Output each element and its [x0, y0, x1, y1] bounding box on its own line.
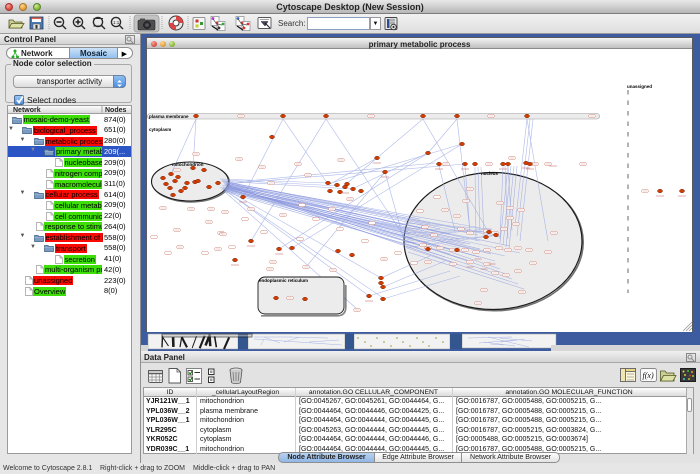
svg-text:plasma membrane: plasma membrane [149, 114, 189, 119]
svg-text:f(x): f(x) [643, 371, 654, 380]
svg-text:mitochondrion: mitochondrion [172, 162, 204, 167]
svg-text:1:1: 1:1 [113, 20, 120, 25]
svg-text:cytoplasm: cytoplasm [149, 127, 171, 132]
svg-text:endoplasmic reticulum: endoplasmic reticulum [259, 278, 308, 283]
svg-text:nucleus: nucleus [481, 171, 499, 176]
svg-text:unassigned: unassigned [627, 84, 652, 89]
